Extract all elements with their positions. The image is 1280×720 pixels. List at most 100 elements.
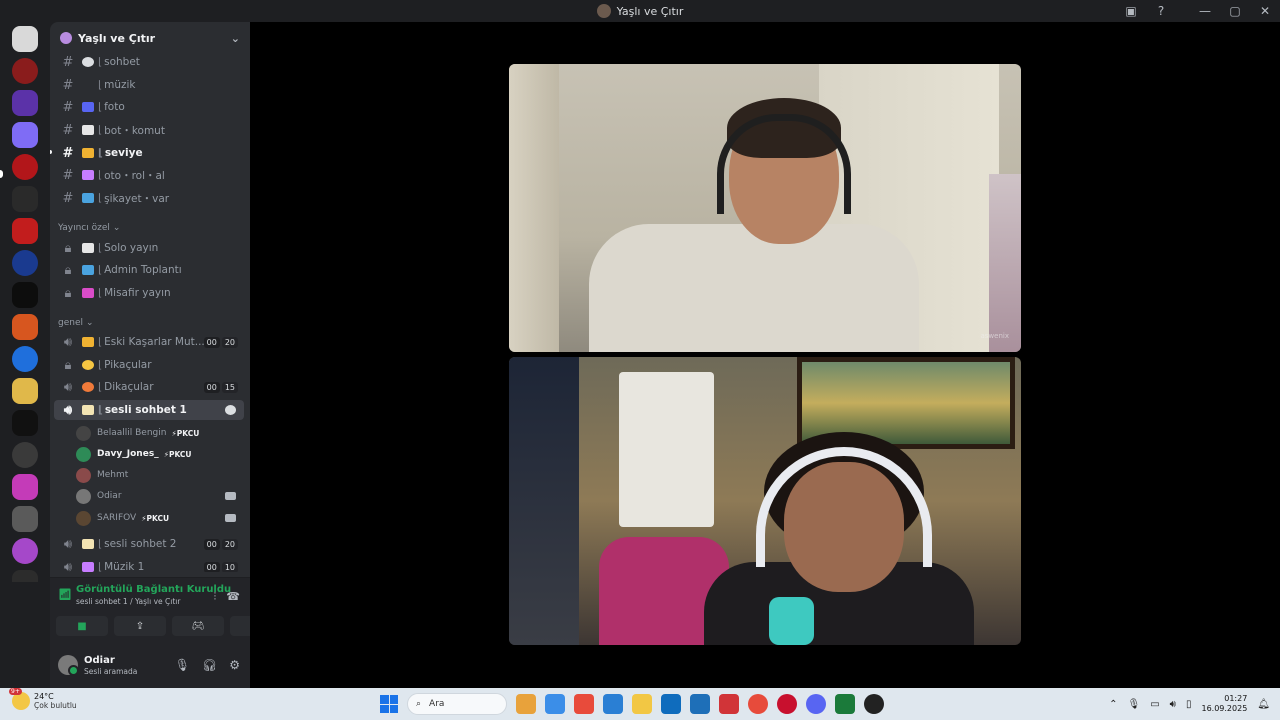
server-icon[interactable] bbox=[12, 474, 38, 500]
video-tile[interactable] bbox=[509, 357, 1021, 645]
user-panel: Odiar Sesli aramada 🎙︎ 🎧︎ ⚙ bbox=[50, 642, 250, 688]
voice-channel-eski-kasarlar[interactable]: 🔊︎ ⌊ Eski Kaşarlar Mut... 00 20 bbox=[54, 332, 244, 352]
battery-icon[interactable]: ▯ bbox=[1186, 699, 1192, 710]
channel-misafir-yayin[interactable]: 🔒︎ ⌊ Misafir yayın bbox=[54, 283, 244, 303]
server-icon[interactable] bbox=[12, 282, 38, 308]
server-icon[interactable] bbox=[12, 26, 38, 52]
server-icon[interactable] bbox=[12, 314, 38, 340]
voice-user[interactable]: Davy_Jones_ ⚡PKCU bbox=[76, 444, 244, 464]
server-icon[interactable] bbox=[12, 154, 38, 180]
server-icon[interactable] bbox=[12, 90, 38, 116]
hash-icon: # bbox=[62, 145, 74, 161]
server-avatar-icon bbox=[596, 4, 611, 18]
network-icon[interactable]: ▭ bbox=[1150, 699, 1159, 710]
video-tile[interactable]: aswenix bbox=[509, 64, 1021, 352]
server-icon[interactable] bbox=[12, 218, 38, 244]
noise-suppression-icon[interactable]: ⫶ bbox=[214, 590, 217, 604]
close-icon[interactable]: ✕ bbox=[1250, 0, 1280, 22]
taskbar-app-icon[interactable] bbox=[806, 694, 826, 714]
camera-button[interactable]: ■ bbox=[56, 616, 108, 636]
signal-icon[interactable]: 📶︎ bbox=[58, 588, 72, 601]
voice-status[interactable]: Görüntülü Bağlantı Kuruldu bbox=[76, 584, 231, 595]
voice-connection-panel: 📶︎ Görüntülü Bağlantı Kuruldu sesli sohb… bbox=[50, 577, 282, 642]
gear-icon[interactable]: ⚙ bbox=[229, 658, 240, 672]
server-icon[interactable] bbox=[12, 186, 38, 212]
category-yayinci-ozel[interactable]: Yayıncı özel ⌄ bbox=[58, 223, 120, 233]
weather-widget[interactable]: 9+ 24°C Çok bulutlu bbox=[9, 688, 77, 710]
voice-channel-pikacular[interactable]: 🔒︎ ⌊ Pikaçular bbox=[54, 355, 244, 375]
search-box[interactable]: ⌕ Ara bbox=[407, 693, 507, 715]
server-icon[interactable] bbox=[12, 442, 38, 468]
taskbar-app-icon[interactable] bbox=[748, 694, 768, 714]
server-icon[interactable] bbox=[12, 410, 38, 436]
guild-header[interactable]: Yaşlı ve Çıtır ⌄ bbox=[50, 22, 250, 54]
taskbar-app-icon[interactable] bbox=[632, 694, 652, 714]
channel-muzik[interactable]: # ⌊ müzik bbox=[54, 75, 244, 95]
help-icon[interactable]: ? bbox=[1146, 0, 1176, 22]
taskbar-app-icon[interactable] bbox=[661, 694, 681, 714]
person-icon bbox=[82, 265, 94, 275]
windows-start-icon[interactable] bbox=[380, 695, 398, 713]
hash-icon: # bbox=[62, 54, 74, 70]
maximize-icon[interactable]: ▢ bbox=[1220, 0, 1250, 22]
disconnect-icon[interactable]: ☎ bbox=[226, 590, 240, 604]
yellow-heart-icon bbox=[82, 360, 94, 370]
avatar bbox=[76, 510, 91, 526]
taskbar-app-icon[interactable] bbox=[719, 694, 739, 714]
taskbar-app-icon[interactable] bbox=[864, 694, 884, 714]
server-icon[interactable] bbox=[12, 506, 38, 532]
sun-cloud-icon: 9+ bbox=[9, 688, 30, 710]
voice-channel-sesli-sohbet-1[interactable]: 🔊︎ ⌊ sesli sohbet 1 bbox=[54, 400, 244, 420]
server-icon[interactable] bbox=[12, 570, 38, 582]
taskbar-app-icon[interactable] bbox=[545, 694, 565, 714]
screen-share-button[interactable]: ⇪ bbox=[114, 616, 166, 636]
voice-channel-muzik-1[interactable]: 🔊︎ ⌊ Müzik 1 00 10 bbox=[54, 557, 244, 572]
user-name[interactable]: Odiar bbox=[84, 655, 137, 666]
avatar[interactable] bbox=[58, 655, 79, 676]
channel-foto[interactable]: # ⌊ foto bbox=[54, 97, 244, 117]
minimize-icon[interactable]: — bbox=[1190, 0, 1220, 22]
taskbar-app-icon[interactable] bbox=[777, 694, 797, 714]
inbox-icon[interactable]: ▣ bbox=[1116, 0, 1146, 22]
voice-user[interactable]: SARIFOV ⚡PKCU bbox=[76, 508, 244, 528]
voice-user[interactable]: Odiar bbox=[76, 486, 244, 506]
category-genel[interactable]: genel ⌄ bbox=[58, 318, 94, 328]
voice-channel-dikacular[interactable]: 🔊︎ ⌊ Dikaçular 00 15 bbox=[54, 377, 244, 397]
volume-icon[interactable]: 🔊︎ bbox=[1170, 699, 1176, 710]
calendar-icon bbox=[82, 193, 94, 203]
taskbar-app-icon[interactable] bbox=[835, 694, 855, 714]
channel-sikayet-var[interactable]: # ⌊ şikayet・var bbox=[54, 188, 244, 208]
taskbar-app-icon[interactable] bbox=[690, 694, 710, 714]
microphone-icon[interactable]: 🎙︎ bbox=[175, 658, 190, 672]
channel-oto-rol-al[interactable]: # ⌊ oto・rol・al bbox=[54, 165, 244, 185]
voice-location[interactable]: sesli sohbet 1 / Yaşlı ve Çıtır bbox=[76, 597, 231, 606]
voice-user[interactable]: Belaallil Bengin ⚡PKCU bbox=[76, 423, 244, 443]
taskbar-app-icon[interactable] bbox=[516, 694, 536, 714]
server-icon[interactable] bbox=[12, 58, 38, 84]
channel-sohbet[interactable]: # ⌊ sohbet bbox=[54, 52, 244, 72]
server-icon[interactable] bbox=[12, 346, 38, 372]
clock[interactable]: 01:27 16.09.2025 bbox=[1201, 694, 1247, 714]
activity-button[interactable]: 🎮︎ bbox=[172, 616, 224, 636]
server-icon[interactable] bbox=[12, 538, 38, 564]
taskbar-app-icon[interactable] bbox=[603, 694, 623, 714]
channel-admin-toplanti[interactable]: 🔒︎ ⌊ Admin Toplantı bbox=[54, 260, 244, 280]
taskbar-app-icon[interactable] bbox=[574, 694, 594, 714]
channel-solo-yayin[interactable]: 🔒︎ ⌊ Solo yayın bbox=[54, 238, 244, 258]
microphone-icon[interactable]: 🎙︎ bbox=[1128, 699, 1141, 710]
avatar bbox=[76, 467, 91, 483]
chat-bubble-icon[interactable] bbox=[225, 405, 236, 415]
chevron-up-icon[interactable]: ⌃ bbox=[1109, 699, 1117, 710]
voice-user[interactable]: Mehmt bbox=[76, 465, 244, 485]
notification-icon[interactable]: 🔔︎ bbox=[1257, 699, 1270, 710]
server-icon[interactable] bbox=[12, 122, 38, 148]
channel-seviye[interactable]: # ⌊ seviye bbox=[54, 143, 244, 163]
search-icon: ⌕ bbox=[416, 699, 422, 709]
headphones-icon[interactable]: 🎧︎ bbox=[202, 658, 217, 672]
channel-bot-komut[interactable]: # ⌊ bot・komut bbox=[54, 120, 244, 140]
server-icon[interactable] bbox=[12, 378, 38, 404]
voice-channel-sesli-sohbet-2[interactable]: 🔊︎ ⌊ sesli sohbet 2 00 20 bbox=[54, 534, 244, 554]
video-camera-icon bbox=[225, 514, 236, 522]
speaker-icon: 🔊︎ bbox=[63, 559, 73, 573]
server-icon[interactable] bbox=[12, 250, 38, 276]
